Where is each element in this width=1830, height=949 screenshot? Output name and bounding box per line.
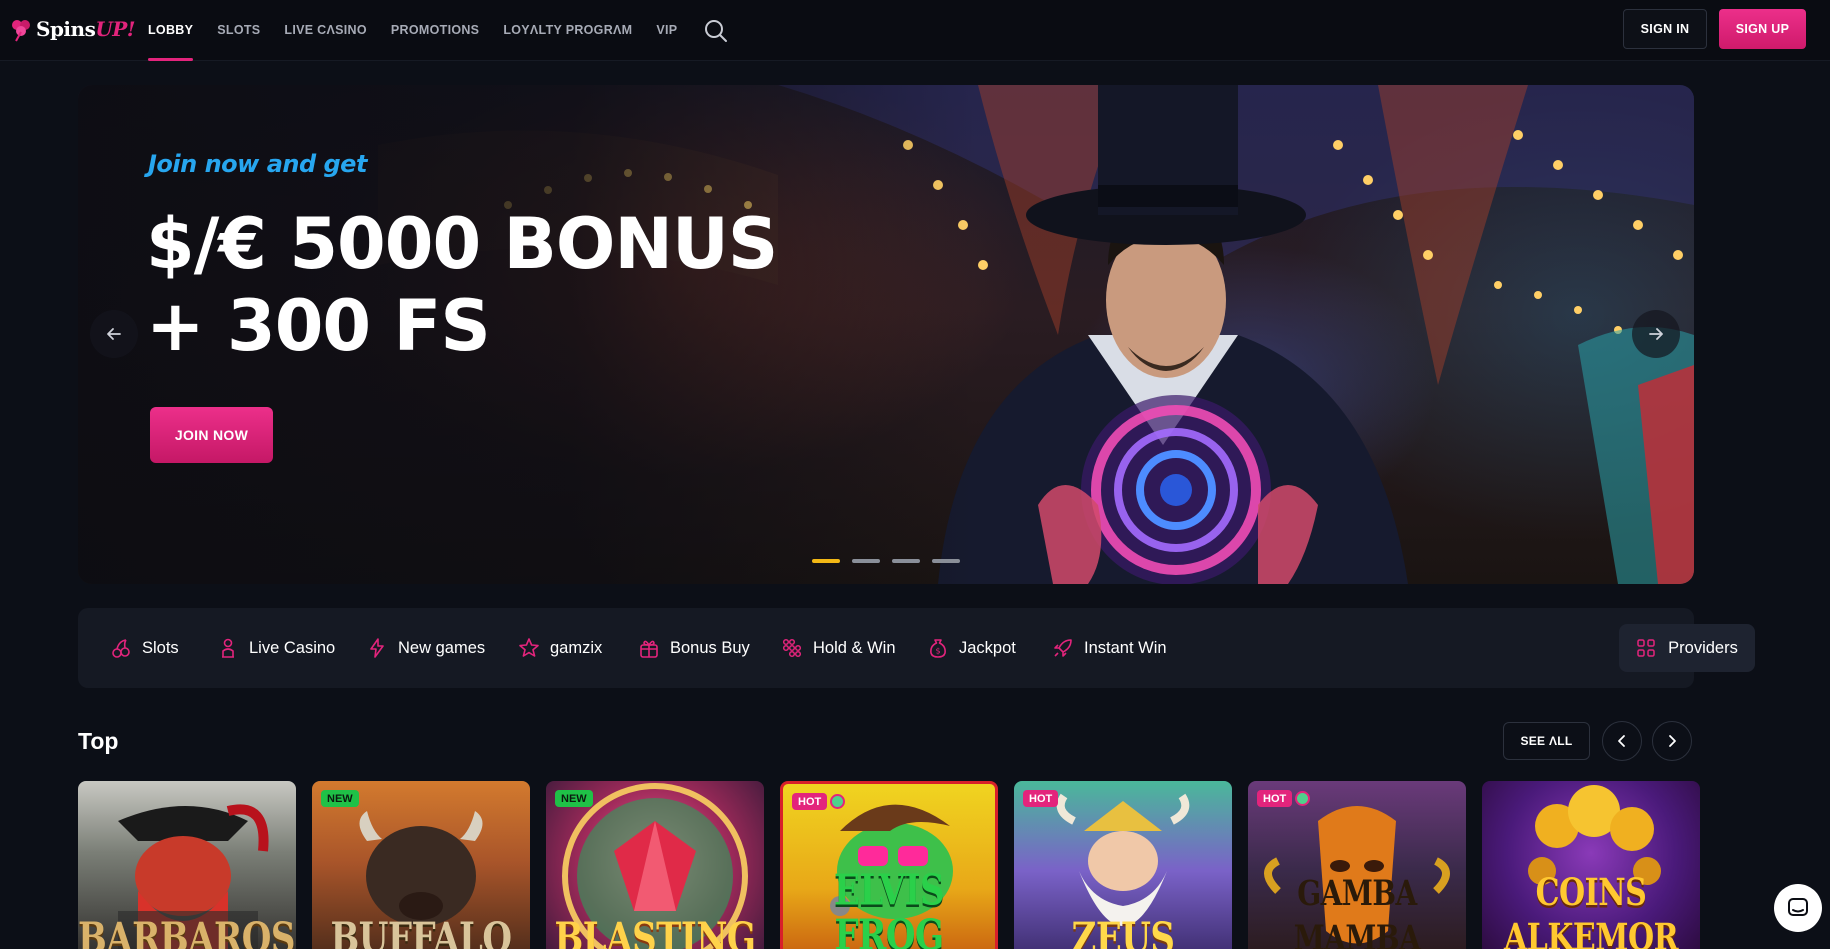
join-now-button[interactable]: JOIN NOW: [150, 407, 273, 463]
category-bar: Slots Live Casino New games gamzix Bonus…: [78, 608, 1755, 688]
carousel-prev-button[interactable]: [1602, 721, 1642, 761]
hero-pagination: [812, 559, 960, 563]
sign-up-button[interactable]: SIGN UP: [1719, 9, 1806, 49]
category-label: Jackpot: [959, 638, 1016, 657]
category-label: Live Casino: [249, 638, 336, 657]
game-title: BUFFALO: [330, 913, 512, 949]
chevron-right-icon: [1669, 735, 1676, 747]
rocket-icon: [1054, 639, 1072, 657]
cherry-icon: [112, 639, 130, 658]
section-title: Top: [78, 728, 119, 754]
game-title: BARBAROSSA: [78, 913, 296, 949]
nav-live-casino[interactable]: LIVE CΛSINO: [284, 0, 366, 61]
category-gamzix[interactable]: gamzix: [518, 608, 602, 688]
svg-text:$: $: [935, 647, 940, 656]
game-title: ZEUS: [1071, 913, 1175, 949]
carousel-next-button[interactable]: [1652, 721, 1692, 761]
category-hold-win[interactable]: Hold & Win: [781, 608, 896, 688]
top-header: SpinsUP! LOBBY SLOTS LIVE CΛSINO PROMOTI…: [0, 0, 1830, 61]
badge-hot: HOT: [792, 793, 828, 810]
nav-promotions[interactable]: PROMOTIONS: [391, 0, 479, 61]
exclusive-gem-icon: [1295, 791, 1310, 806]
game-card-barbarossa[interactable]: BARBAROSSA: [78, 781, 296, 949]
clover-logo-icon: [12, 20, 30, 42]
hero-title-line1: $/€ 5000 BONUS: [146, 203, 778, 285]
star-icon: [519, 638, 539, 657]
category-new-games[interactable]: New games: [366, 608, 485, 688]
category-label: New games: [398, 638, 486, 657]
category-label: Bonus Buy: [670, 638, 750, 657]
dealer-icon: [222, 638, 234, 658]
badge-hot: HOT: [1023, 790, 1059, 807]
game-card-elvis-frog[interactable]: HOT ELVIS FROG: [780, 781, 998, 949]
category-live-casino[interactable]: Live Casino: [217, 608, 335, 688]
hero-prev-button[interactable]: [90, 310, 138, 358]
category-instant-win[interactable]: Instant Win: [1052, 608, 1167, 688]
category-jackpot[interactable]: $ Jackpot: [927, 608, 1016, 688]
see-all-button[interactable]: SEE ΛLL: [1503, 722, 1590, 760]
hero-title-line2: + 300 FS: [146, 285, 491, 367]
game-title: ELVIS FROG: [833, 865, 945, 949]
game-card-coins-alkemor[interactable]: COINS ALKEMOR: [1482, 781, 1700, 949]
slide-dot[interactable]: [852, 559, 880, 563]
category-label: gamzix: [550, 638, 603, 657]
search-icon[interactable]: [703, 18, 729, 44]
providers-label: Providers: [1668, 638, 1738, 657]
hero-next-button[interactable]: [1632, 310, 1680, 358]
exclusive-gem-icon: [830, 794, 845, 809]
game-card-gamba-mamba[interactable]: HOT GAMBA MAMBA: [1248, 781, 1466, 949]
gift-icon: [640, 640, 658, 658]
category-slots[interactable]: Slots: [110, 608, 179, 688]
main-nav: LOBBY SLOTS LIVE CΛSINO PROMOTIONS LOYΛL…: [148, 0, 729, 61]
slide-dot[interactable]: [812, 559, 840, 563]
grid-icon: [1637, 639, 1655, 657]
arrow-left-icon: [107, 328, 121, 340]
badge-hot: HOT: [1257, 790, 1293, 807]
grid-dots-icon: [782, 638, 802, 658]
hero-kicker: Join now and get: [148, 150, 367, 178]
sign-in-button[interactable]: SIGN IN: [1623, 9, 1707, 49]
game-card-zeus[interactable]: HOT ZEUS: [1014, 781, 1232, 949]
chevron-left-icon: [1618, 735, 1625, 747]
category-label: Slots: [142, 638, 179, 657]
arrow-right-icon: [1649, 328, 1663, 340]
game-card-blasting[interactable]: NEW BLASTING: [546, 781, 764, 949]
live-chat-button[interactable]: [1774, 884, 1822, 932]
category-bonus-buy[interactable]: Bonus Buy: [638, 608, 750, 688]
brand-logo[interactable]: SpinsUP!: [8, 14, 136, 44]
chat-icon: [1788, 898, 1808, 916]
money-bag-icon: $: [930, 639, 946, 658]
game-title: COINS ALKEMOR: [1503, 871, 1679, 949]
nav-vip[interactable]: VIP: [656, 0, 677, 61]
providers-button[interactable]: Providers: [1619, 624, 1755, 672]
game-card-buffalo[interactable]: NEW BUFFALO: [312, 781, 530, 949]
category-label: Hold & Win: [813, 638, 896, 657]
badge-new: NEW: [555, 790, 593, 807]
nav-lobby[interactable]: LOBBY: [148, 0, 194, 61]
brand-name: SpinsUP!: [36, 17, 136, 41]
hero-title: $/€ 5000 BONUS + 300 FS: [146, 203, 778, 367]
badge-new: NEW: [321, 790, 359, 807]
slide-dot[interactable]: [932, 559, 960, 563]
game-title: BLASTING: [554, 913, 756, 949]
hero-banner: Join now and get $/€ 5000 BONUS + 300 FS…: [78, 85, 1694, 584]
slide-dot[interactable]: [892, 559, 920, 563]
game-title: GAMBA MAMBA: [1293, 872, 1421, 949]
nav-slots[interactable]: SLOTS: [217, 0, 260, 61]
nav-loyalty-program[interactable]: LOYΛLTY PROGRΛM: [503, 0, 632, 61]
category-label: Instant Win: [1084, 638, 1167, 657]
lightning-icon: [370, 638, 384, 658]
